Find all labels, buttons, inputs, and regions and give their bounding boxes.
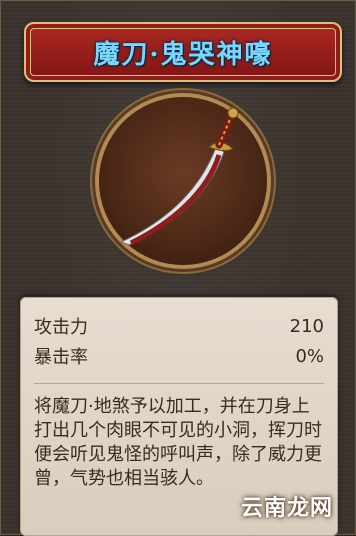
stat-crit: 暴击率 0% [34, 341, 324, 371]
stat-value: 0% [295, 345, 324, 367]
stat-label: 暴击率 [34, 347, 88, 368]
item-detail-card: 魔刀·鬼哭神嚎 攻击力 210 暴击率 0% 将魔刀·地煞予以加工，并在刀身上打… [0, 0, 356, 536]
watermark: 云南龙网 [240, 496, 333, 521]
item-description: 将魔刀·地煞予以加工，并在刀身上打出几个肉眼不可见的小洞，挥刀时便会听见鬼怪的呼… [34, 396, 322, 489]
blade-icon [119, 107, 239, 246]
item-title: 魔刀·鬼哭神嚎 [93, 39, 273, 70]
stat-value: 210 [289, 315, 324, 337]
item-icon-frame [99, 97, 267, 265]
stat-attack: 攻击力 210 [34, 311, 324, 341]
title-banner: 魔刀·鬼哭神嚎 [24, 22, 342, 82]
stat-label: 攻击力 [34, 317, 88, 338]
divider [34, 383, 324, 384]
